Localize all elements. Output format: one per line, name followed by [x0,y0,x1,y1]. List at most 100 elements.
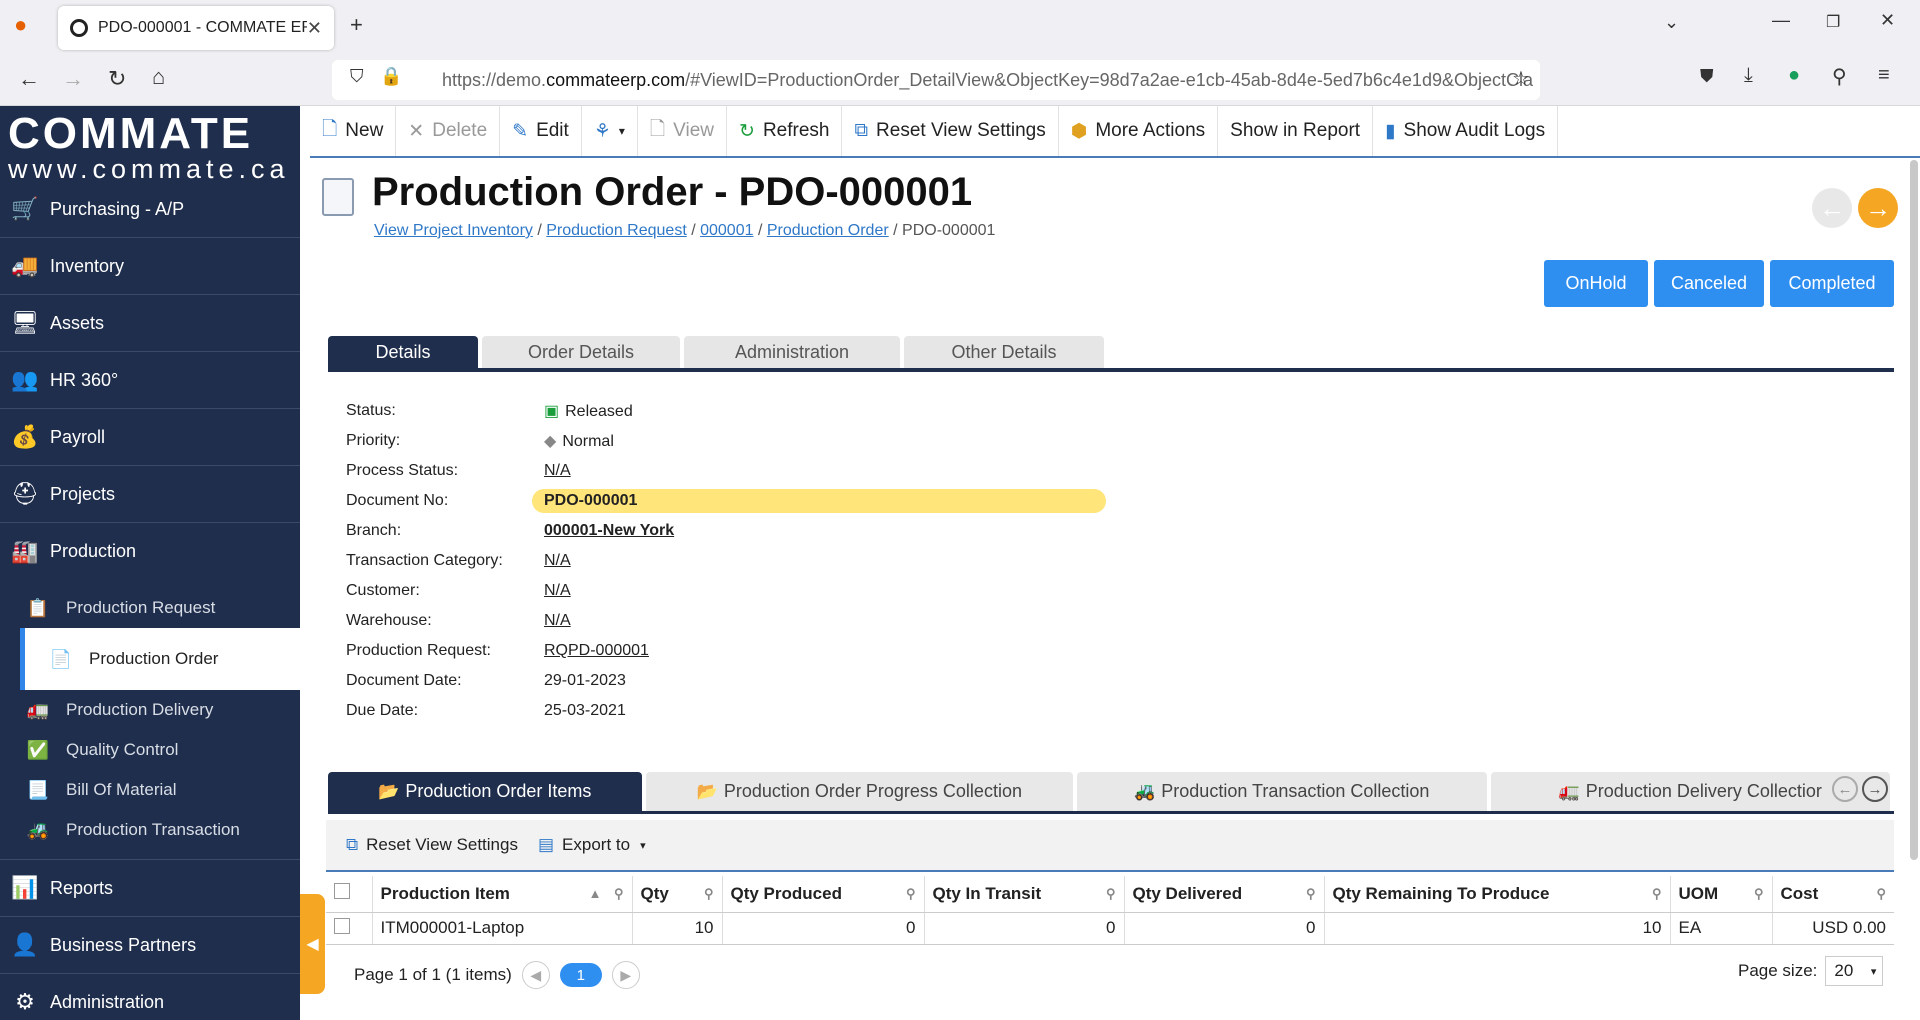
cell-cost[interactable]: USD 0.00 [1771,912,1894,945]
reload-icon[interactable]: ↻ [108,66,126,92]
nav-purchasing[interactable]: 🛒 Purchasing - A/P [0,181,300,238]
tab-administration[interactable]: Administration [684,336,900,368]
cell-qty-delivered[interactable]: 0 [1123,912,1324,945]
col-qty-produced[interactable]: Qty Produced ⚲ [721,876,924,913]
filter-icon[interactable]: ⚲ [704,886,714,902]
prev-page-icon[interactable]: ◀ [521,961,550,989]
production-request-link[interactable]: RQPD-000001 [544,642,1106,660]
cell-qty[interactable]: 10 [631,912,722,945]
nav-reports[interactable]: 📊 Reports [0,860,300,917]
col-qty[interactable]: Qty ⚲ [631,876,722,913]
tab-other-details[interactable]: Other Details [904,336,1104,368]
previous-record-button[interactable]: ← [1812,188,1852,228]
cell-qty-in-transit[interactable]: 0 [923,912,1124,945]
nav-bill-of-material[interactable]: 📃 Bill Of Material [0,770,300,810]
tab-order-details[interactable]: Order Details [482,336,680,368]
nav-administration[interactable]: ⚙ Administration [0,974,300,1020]
cell-production-item[interactable]: ITM000001-Laptop [371,912,632,945]
export-to-button[interactable]: ▤ Export to ▾ [538,835,646,855]
close-tab-icon[interactable]: ✕ [307,18,322,39]
tab-transaction-collection[interactable]: 🚜 Production Transaction Collection [1077,772,1487,811]
field-value[interactable]: N/A [544,552,1106,570]
col-cost[interactable]: Cost ⚲ [1771,876,1894,913]
logo[interactable]: COMMATE www.commate.ca [0,106,300,183]
extensions-icon[interactable]: ⚲ [1832,64,1847,89]
breadcrumb-link[interactable]: Production Request [546,222,687,239]
refresh-button[interactable]: ↻ Refresh [727,106,843,156]
nav-production[interactable]: 🏭 Production [0,523,300,580]
field-value[interactable]: N/A [544,612,1106,630]
grid-reset-view-button[interactable]: ⧉ Reset View Settings [346,835,518,855]
delete-button[interactable]: ✕ Delete [396,106,501,156]
sidebar-collapse-button[interactable]: ◀ [300,894,325,994]
view-button[interactable]: 🗋 View [638,106,728,156]
reset-view-settings-button[interactable]: ⧉ Reset View Settings [842,106,1059,156]
restore-icon[interactable]: ❐ [1826,12,1840,32]
next-page-icon[interactable]: ▶ [611,961,640,989]
show-audit-logs-button[interactable]: ▮ Show Audit Logs [1373,106,1559,156]
breadcrumb-link[interactable]: View Project Inventory [374,222,533,239]
col-qty-remaining[interactable]: Qty Remaining To Produce ⚲ [1323,876,1670,913]
breadcrumb-link[interactable]: 000001 [700,222,753,239]
tab-delivery-collection[interactable]: 🚛 Production Delivery Collectior [1490,772,1890,811]
filter-icon[interactable]: ⚲ [906,886,916,902]
nav-business-partners[interactable]: 👤 Business Partners [0,917,300,974]
address-bar[interactable]: https://demo. commateerp.com/#ViewID=Prod… [332,60,1540,100]
nav-production-transaction[interactable]: 🚜 Production Transaction [0,810,300,850]
browser-tab[interactable]: PDO-000001 - COMMATE ERP ✕ [58,6,334,50]
page-scrollbar[interactable] [1910,160,1918,860]
cell-qty-produced[interactable]: 0 [721,912,924,945]
breadcrumb-link[interactable]: Production Order [767,222,889,239]
new-tab-icon[interactable]: + [350,12,363,38]
col-qty-delivered[interactable]: Qty Delivered ⚲ [1123,876,1324,913]
nav-projects[interactable]: ⛑ Projects [0,466,300,523]
nav-production-order[interactable]: 📄 Production Order [20,628,300,690]
lock-icon[interactable]: 🔒 [380,66,402,87]
filter-icon[interactable]: ⚲ [1652,886,1662,902]
nav-assets[interactable]: 🖥 Assets [0,295,300,352]
next-record-button[interactable]: → [1858,188,1898,228]
pocket-icon[interactable]: ⛊ [1700,66,1714,87]
edit-button[interactable]: ✎ Edit [500,106,582,156]
new-button[interactable]: 🗋 New [310,106,397,156]
nav-inventory[interactable]: 🚚 Inventory [0,238,300,295]
tab-production-order-items[interactable]: 📂 Production Order Items [328,772,642,811]
completed-button[interactable]: Completed [1770,260,1894,307]
back-icon[interactable]: ← [18,66,40,92]
cell-qty-remaining[interactable]: 10 [1323,912,1670,945]
col-uom[interactable]: UOM ⚲ [1669,876,1772,913]
scroll-right-icon[interactable]: → [1862,776,1888,802]
home-icon[interactable]: ⌂ [152,64,165,90]
nav-hr360[interactable]: 👥 HR 360° [0,352,300,409]
download-icon[interactable]: ⤓ [1744,64,1753,87]
filter-icon[interactable]: ⚲ [1876,886,1886,902]
filter-icon[interactable]: ⚲ [1106,886,1116,902]
firefox-icon[interactable]: ● [14,12,27,38]
nav-quality-control[interactable]: ✅ Quality Control [0,730,300,770]
shield-icon[interactable]: ⛉ [350,66,364,87]
onhold-button[interactable]: OnHold [1544,260,1648,307]
branch-link[interactable]: 000001-New York [544,522,1106,540]
canceled-button[interactable]: Canceled [1654,260,1764,307]
close-window-icon[interactable]: ✕ [1880,10,1895,31]
menu-icon[interactable]: ≡ [1878,64,1890,87]
col-qty-in-transit[interactable]: Qty In Transit ⚲ [923,876,1124,913]
filter-icon[interactable]: ⚲ [1306,886,1316,902]
row-checkbox[interactable] [334,917,350,934]
minimize-icon[interactable]: — [1772,10,1790,31]
bookmark-star-icon[interactable]: ☆ [1512,66,1530,91]
nav-production-request[interactable]: 📋 Production Request [0,588,300,628]
workflow-dropdown[interactable]: ⚘ ▾ [582,106,638,156]
extension-a-icon[interactable]: ● [1788,64,1800,87]
select-all-checkbox[interactable] [334,883,350,900]
tab-list-icon[interactable]: ⌄ [1664,12,1679,33]
col-production-item[interactable]: Production Item ▲ ⚲ [371,876,632,913]
field-value[interactable]: N/A [544,462,1106,480]
page-size-select[interactable]: 20 ▾ [1825,956,1884,986]
nav-payroll[interactable]: 💰 Payroll [0,409,300,466]
filter-icon[interactable]: ⚲ [1754,886,1764,902]
show-in-report-button[interactable]: Show in Report [1218,106,1374,156]
field-value[interactable]: N/A [544,582,1106,600]
nav-production-delivery[interactable]: 🚛 Production Delivery [0,690,300,730]
tab-progress-collection[interactable]: 📂 Production Order Progress Collection [645,772,1074,811]
